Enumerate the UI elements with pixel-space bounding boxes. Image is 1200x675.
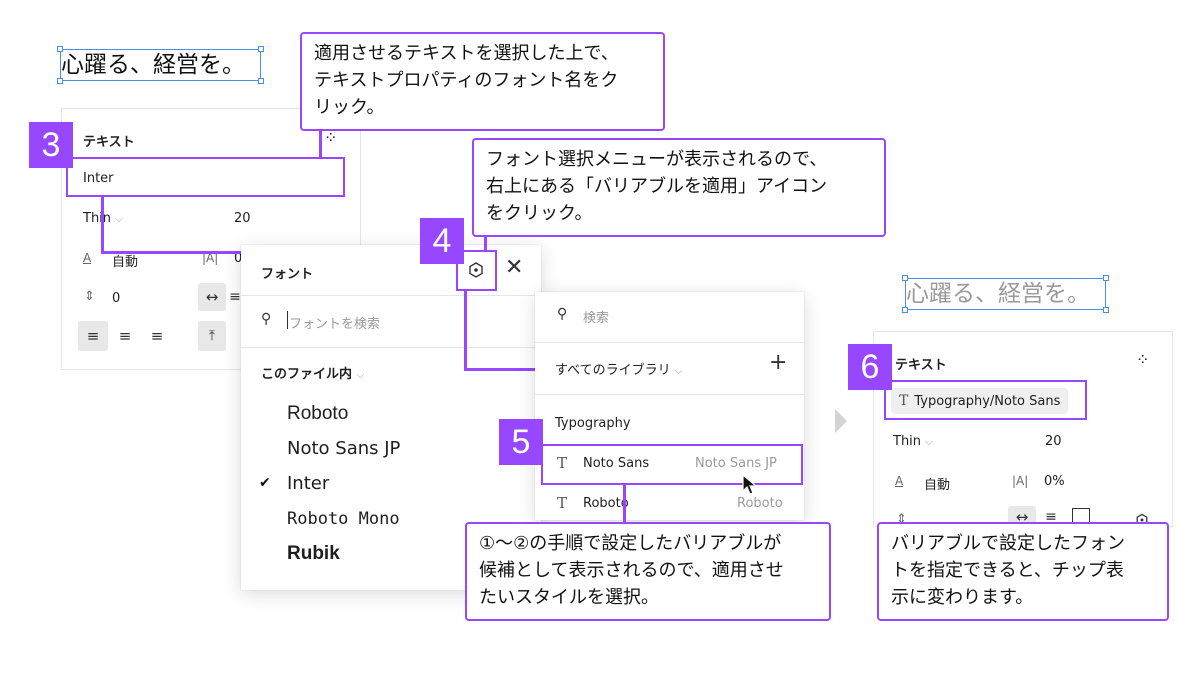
connector-line (464, 368, 542, 371)
selection-handle[interactable] (1103, 275, 1109, 281)
font-weight-value: Thin (893, 434, 922, 449)
section-title: テキスト (83, 135, 135, 150)
chevron-down-icon: ⌵ (356, 370, 365, 381)
font-size-field[interactable]: 20 (1045, 434, 1062, 449)
library-filter-label: すべてのライブラリ (555, 363, 671, 378)
callout-line: リック。 (314, 97, 385, 118)
chevron-down-icon: ⌵ (925, 437, 933, 448)
divider (241, 347, 541, 348)
next-arrow-icon (834, 408, 848, 438)
search-icon: ⚲ (261, 311, 272, 327)
section-title: テキスト (895, 358, 947, 373)
font-weight-value: Thin (83, 211, 112, 226)
cursor-caret (287, 311, 288, 329)
align-top-icon[interactable]: ⤒ (198, 321, 226, 351)
line-height-field[interactable]: 自動 (112, 251, 138, 270)
callout-line: 示に変わります。 (891, 587, 1034, 608)
variable-item-roboto[interactable]: T Roboto Roboto (535, 484, 804, 520)
group-label: Typography (555, 416, 631, 431)
variable-picker-menu: ⚲ 検索 すべてのライブラリ ⌵ + Typography T Noto San… (535, 292, 804, 520)
font-name-highlight (66, 157, 345, 197)
callout-line: テキストプロパティのフォント名をク (314, 70, 619, 91)
check-icon: ✔ (259, 475, 271, 491)
add-icon[interactable]: + (769, 352, 787, 374)
font-item-rubik[interactable]: Rubik (287, 543, 340, 565)
selection-handle[interactable] (258, 46, 264, 52)
connector-line (319, 130, 322, 158)
divider (241, 295, 541, 296)
divider (535, 342, 804, 343)
variable-item-highlight (541, 444, 803, 485)
callout-line: たいスタイルを選択。 (479, 587, 659, 608)
line-height-icon: A (895, 474, 904, 488)
step-3-badge: 3 (29, 122, 73, 168)
callout-line: 候補として表示されるので、適用させ (479, 560, 784, 581)
step-5-badge: 5 (499, 419, 543, 465)
callout-line: 右上にある「バリアブルを適用」アイコン (486, 176, 828, 197)
variable-search-input[interactable]: 検索 (583, 307, 609, 326)
paragraph-spacing-field[interactable]: 0 (112, 291, 120, 306)
connector-line (623, 484, 626, 522)
section-label: このファイル内 (261, 367, 353, 382)
line-height-icon: A (83, 251, 92, 265)
popup-title: フォント (261, 267, 314, 282)
paragraph-spacing-icon: ⇕ (84, 289, 95, 304)
callout-line: バリアブルで設定したフォン (891, 533, 1125, 554)
chevron-down-icon: ⌵ (115, 214, 123, 225)
callout-line: フォント選択メニューが表示されるので、 (486, 149, 828, 170)
selection-handle[interactable] (258, 78, 264, 84)
mouse-cursor-icon (742, 473, 758, 500)
callout-step4: フォント選択メニューが表示されるので、 右上にある「バリアブルを適用」アイコン … (472, 138, 886, 237)
sample-text-result: 心躍る、経営を。 (906, 281, 1090, 307)
close-icon[interactable]: ✕ (505, 257, 523, 279)
file-fonts-section[interactable]: このファイル内 ⌵ (261, 363, 364, 382)
font-item-noto-sans-jp[interactable]: Noto Sans JP (287, 438, 400, 459)
divider (535, 394, 804, 395)
font-item-inter[interactable]: Inter (287, 473, 329, 494)
callout-line: をクリック。 (486, 203, 593, 224)
align-left-icon[interactable]: ≡ (78, 321, 108, 351)
style-dots-icon[interactable]: ⁘ (1136, 352, 1149, 368)
align-right-icon[interactable]: ≡ (142, 321, 172, 351)
callout-step5: ①〜②の手順で設定したバリアブルが 候補として表示されるので、適用させ たいスタ… (465, 522, 831, 621)
connector-line (101, 196, 104, 253)
step-4-badge: 4 (420, 218, 464, 264)
text-properties-panel-result: テキスト ⁘ T Typography/Noto Sans Thin ⌵ 20 … (873, 331, 1173, 528)
connector-line (101, 251, 257, 254)
selection-handle[interactable] (902, 275, 908, 281)
sample-text-selection[interactable]: 心躍る、経営を。 (60, 49, 261, 81)
chevron-down-icon: ⌵ (674, 366, 683, 377)
variable-name: Roboto (583, 496, 629, 511)
font-size-field[interactable]: 20 (234, 211, 251, 226)
callout-line: ①〜②の手順で設定したバリアブルが (479, 533, 782, 554)
font-item-roboto-mono[interactable]: Roboto Mono (287, 509, 400, 529)
step-6-badge: 6 (848, 344, 892, 390)
font-item-roboto[interactable]: Roboto (287, 403, 348, 425)
font-weight-select[interactable]: Thin ⌵ (893, 434, 933, 449)
variable-chip-highlight (884, 380, 1087, 420)
letter-spacing-field[interactable]: 0% (1044, 474, 1065, 489)
library-filter[interactable]: すべてのライブラリ ⌵ (555, 359, 682, 378)
callout-line: 適用させるテキストを選択した上で、 (314, 43, 619, 64)
letter-spacing-icon: |A| (1012, 474, 1029, 488)
callout-step3: 適用させるテキストを選択した上で、 テキストプロパティのフォント名をク リック。 (300, 32, 665, 131)
auto-width-icon[interactable]: ↔ (198, 283, 226, 311)
connector-line (464, 290, 467, 370)
sample-text: 心躍る、経営を。 (61, 52, 245, 78)
sample-text-selection-result[interactable]: 心躍る、経営を。 (905, 278, 1106, 310)
selection-handle[interactable] (902, 307, 908, 313)
auto-height-icon[interactable]: ≡ (230, 283, 240, 311)
search-icon: ⚲ (557, 306, 568, 322)
style-dots-icon[interactable]: ⁘ (324, 130, 337, 146)
selection-handle[interactable] (1103, 307, 1109, 313)
line-height-field[interactable]: 自動 (924, 474, 950, 493)
callout-step6: バリアブルで設定したフォン トを指定できると、チップ表 示に変わります。 (877, 522, 1169, 621)
callout-line: トを指定できると、チップ表 (891, 560, 1124, 581)
selection-handle[interactable] (57, 46, 63, 52)
text-type-icon: T (557, 494, 568, 512)
font-search-input[interactable]: フォントを検索 (289, 313, 380, 332)
selection-handle[interactable] (57, 78, 63, 84)
align-center-icon[interactable]: ≡ (110, 321, 140, 351)
